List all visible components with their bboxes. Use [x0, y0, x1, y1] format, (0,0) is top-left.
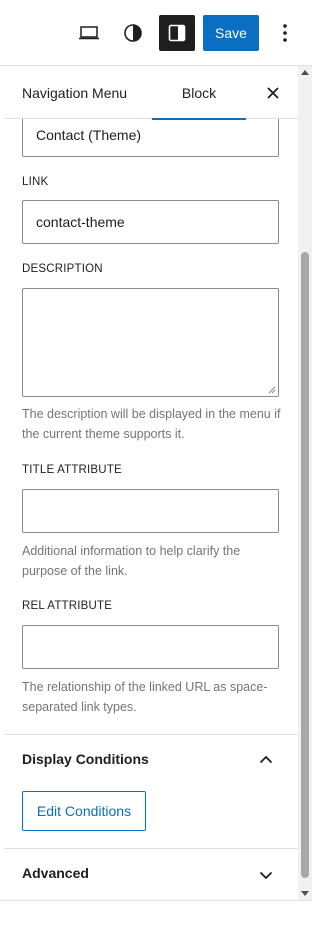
- description-textarea[interactable]: [22, 288, 279, 397]
- device-preview-button[interactable]: [71, 15, 107, 51]
- contrast-icon: [124, 24, 142, 42]
- bottom-divider: [0, 900, 312, 901]
- section-divider: [4, 734, 298, 735]
- link-field[interactable]: contact-theme: [22, 200, 279, 244]
- save-button[interactable]: Save: [203, 15, 259, 51]
- scroll-up-arrow-icon[interactable]: [301, 70, 309, 75]
- tab-navigation-menu[interactable]: Navigation Menu: [22, 66, 127, 119]
- sidebar-toggle-icon: [168, 24, 186, 42]
- link-label: LINK: [22, 176, 49, 188]
- laptop-icon: [79, 26, 99, 40]
- settings-panel: Contact (Theme) LINK contact-theme DESCR…: [4, 66, 298, 900]
- rel-attribute-field[interactable]: [22, 625, 279, 669]
- rel-attribute-help: The relationship of the linked URL as sp…: [22, 680, 268, 714]
- chevron-up-icon: [259, 755, 273, 763]
- close-sidebar-button[interactable]: [258, 78, 288, 108]
- tab-block[interactable]: Block: [152, 66, 246, 120]
- description-help: The description will be displayed in the…: [22, 407, 281, 441]
- scrollbar-thumb[interactable]: [301, 252, 309, 878]
- display-conditions-toggle[interactable]: [254, 747, 278, 771]
- options-menu-button[interactable]: [270, 15, 300, 51]
- editor-toolbar: Save: [0, 0, 312, 66]
- edit-conditions-button[interactable]: Edit Conditions: [22, 791, 146, 831]
- settings-sidebar-button[interactable]: [159, 15, 195, 51]
- scroll-down-arrow-icon[interactable]: [301, 891, 309, 896]
- more-vertical-icon: [283, 24, 287, 42]
- sidebar-tabs: Navigation Menu Block: [4, 66, 298, 120]
- panel-scrollbar[interactable]: [298, 66, 312, 900]
- advanced-toggle[interactable]: [254, 863, 278, 887]
- close-icon: [267, 87, 279, 99]
- title-attribute-field[interactable]: [22, 489, 279, 533]
- resize-handle-icon[interactable]: [268, 386, 276, 394]
- style-toggle-button[interactable]: [115, 15, 151, 51]
- title-attribute-label: TITLE ATTRIBUTE: [22, 464, 122, 476]
- link-field-value: contact-theme: [36, 214, 125, 230]
- advanced-title[interactable]: Advanced: [22, 865, 89, 881]
- chevron-down-icon: [259, 871, 273, 879]
- display-conditions-title[interactable]: Display Conditions: [22, 751, 149, 767]
- rel-attribute-label: REL ATTRIBUTE: [22, 600, 113, 612]
- section-divider: [4, 848, 298, 849]
- description-label: DESCRIPTION: [22, 263, 103, 275]
- label-field-value: Contact (Theme): [36, 127, 142, 143]
- title-attribute-help: Additional information to help clarify t…: [22, 544, 241, 578]
